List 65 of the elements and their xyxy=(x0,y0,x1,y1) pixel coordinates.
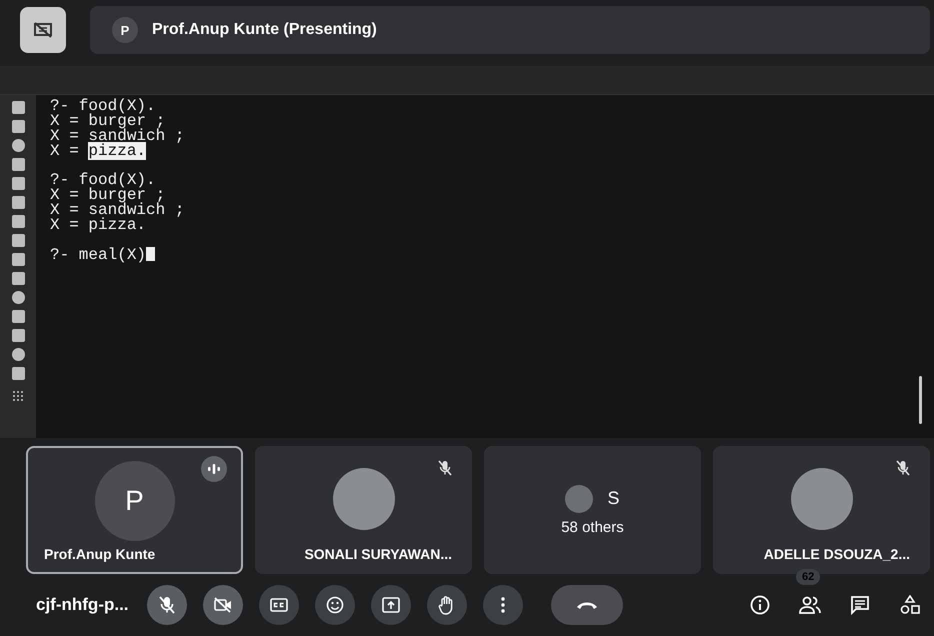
app-icon[interactable] xyxy=(12,196,24,209)
terminal-line: X = burger ; xyxy=(50,114,166,129)
speaking-indicator-icon xyxy=(201,456,227,482)
app-icon[interactable] xyxy=(12,329,24,342)
more-button[interactable] xyxy=(482,585,523,625)
participant-tile[interactable]: SONALI SURYAWAN... xyxy=(255,446,472,574)
app-icon[interactable] xyxy=(12,101,24,114)
mic-button[interactable] xyxy=(146,585,187,625)
participant-count-badge: 62 xyxy=(796,569,820,585)
app-icon[interactable] xyxy=(12,291,24,304)
app-icon[interactable] xyxy=(12,272,24,285)
screen-share-off-icon xyxy=(34,22,52,38)
participant-initial: S xyxy=(607,488,620,509)
participant-avatar: P xyxy=(94,461,174,541)
muted-mic-icon xyxy=(896,460,910,476)
camera-icon xyxy=(214,597,232,613)
people-icon xyxy=(798,595,822,615)
terminal-line: ?- food(X). xyxy=(50,173,157,188)
app-icon[interactable] xyxy=(12,177,24,190)
terminal-line: X = pizza. xyxy=(50,218,148,233)
captions-button[interactable] xyxy=(258,585,299,625)
microphone-icon xyxy=(158,596,175,614)
emoji-button[interactable] xyxy=(314,585,355,625)
participant-tile[interactable]: ADELLE DSOUZA_2... xyxy=(713,446,930,574)
participant-name: SONALI SURYAWAN... xyxy=(304,546,452,562)
info-icon xyxy=(750,595,770,615)
terminal-line: X = sandwich ; xyxy=(50,129,184,144)
app-icon[interactable] xyxy=(12,234,24,247)
more-options-icon xyxy=(500,597,505,613)
meeting-code[interactable]: cjf-nhfg-p... xyxy=(36,595,129,615)
camera-button[interactable] xyxy=(202,585,243,625)
participant-name: Prof.Anup Kunte xyxy=(44,546,156,562)
present-button[interactable] xyxy=(370,585,411,625)
app-icon[interactable] xyxy=(12,253,24,266)
app-icon[interactable] xyxy=(12,120,24,133)
shapes-icon xyxy=(900,595,920,615)
terminal-line: ?- food(X). xyxy=(50,99,157,114)
app-icon[interactable] xyxy=(12,348,24,361)
photo-placeholder xyxy=(565,484,594,512)
participant-tile[interactable]: P Prof.Anup Kunte xyxy=(26,446,243,574)
terminal-line: ?- meal(X) xyxy=(50,247,184,263)
presenter-label: Prof.Anup Kunte (Presenting) xyxy=(152,21,377,39)
terminal-line: X = pizza. xyxy=(50,144,148,159)
app-icon[interactable] xyxy=(12,139,24,152)
app-grid-icon[interactable] xyxy=(12,390,24,402)
hang-up-icon xyxy=(574,600,599,610)
app-icon[interactable] xyxy=(12,215,24,228)
stop-presenting-button[interactable] xyxy=(20,7,66,53)
presenter-avatar: P xyxy=(112,17,138,43)
app-icon[interactable] xyxy=(12,367,24,380)
hand-button[interactable] xyxy=(426,585,467,625)
hangup-button[interactable] xyxy=(550,585,623,625)
muted-mic-icon xyxy=(438,460,452,476)
chat-icon xyxy=(850,595,870,615)
others-count: 58 others xyxy=(561,518,624,536)
participant-name: ADELLE DSOUZA_2... xyxy=(764,546,910,562)
smiley-icon xyxy=(326,596,344,614)
captions-icon xyxy=(270,598,288,612)
present-screen-icon xyxy=(382,597,400,613)
participant-tile[interactable]: S 58 others xyxy=(484,446,701,574)
app-icon[interactable] xyxy=(12,310,24,323)
terminal-line: X = burger ; xyxy=(50,188,166,203)
terminal-line: X = sandwich ; xyxy=(50,203,184,218)
scrollbar[interactable] xyxy=(919,376,922,424)
app-icon[interactable] xyxy=(12,158,24,171)
